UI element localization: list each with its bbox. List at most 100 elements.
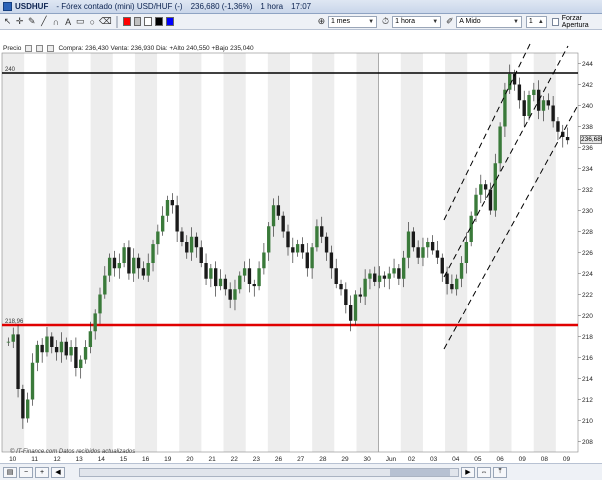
candle-body: [387, 273, 391, 279]
day-band: [2, 53, 25, 452]
y-tick-label: 212: [582, 397, 593, 404]
candle-body: [315, 226, 319, 248]
period-select-value: 1 mes: [330, 18, 351, 25]
color-black-swatch[interactable]: [155, 17, 164, 26]
chevron-down-icon: ▼: [512, 18, 519, 25]
candle-body: [382, 275, 387, 279]
count-select-value: 1: [528, 18, 533, 25]
ruler-icon[interactable]: ▭: [75, 15, 86, 28]
drawing-select-value: A Mido: [459, 18, 481, 25]
price-chart[interactable]: 2082102122142162182202222242262282302322…: [0, 43, 602, 463]
force-open-checkbox[interactable]: [551, 17, 559, 26]
candle-body: [194, 236, 199, 248]
candle-body: [141, 268, 146, 276]
pointer-icon[interactable]: ↖: [2, 15, 13, 28]
candle-body: [440, 257, 444, 274]
candle-body: [74, 347, 78, 368]
x-tick-label: 20: [186, 456, 194, 463]
zoom-in-button-icon[interactable]: +: [35, 466, 49, 478]
close-icon[interactable]: [36, 44, 44, 52]
candle-body: [238, 275, 242, 290]
candle-body: [170, 200, 174, 206]
x-tick-label: 16: [142, 456, 150, 463]
candle-body: [430, 242, 435, 251]
day-band: [90, 53, 113, 452]
zoom-in-icon[interactable]: ⊕: [316, 15, 327, 28]
candle-body: [459, 263, 464, 279]
color-gray-swatch[interactable]: [133, 17, 142, 26]
candle-body: [83, 347, 88, 360]
candle-body: [406, 231, 411, 258]
interval-select[interactable]: 1 hora ▼: [392, 15, 442, 28]
candle-body: [214, 268, 218, 287]
candle-body: [189, 236, 194, 253]
settings-icon[interactable]: [25, 44, 33, 52]
text-icon[interactable]: A: [63, 15, 74, 28]
interval-icon[interactable]: ⏱: [380, 15, 391, 28]
count-select[interactable]: 1 ▲: [525, 15, 547, 28]
candle-body: [242, 268, 247, 276]
candle-body: [209, 268, 213, 279]
drawing-select[interactable]: A Mido ▼: [456, 15, 522, 28]
color-white-swatch[interactable]: [144, 17, 153, 26]
pencil-icon[interactable]: ✎: [26, 15, 37, 28]
day-band: [223, 53, 246, 452]
candle-body: [517, 84, 522, 101]
period-select[interactable]: 1 mes ▼: [327, 15, 378, 28]
app-icon: [3, 2, 12, 11]
candle-body: [117, 263, 121, 269]
chart-type-icon[interactable]: ▤: [3, 466, 17, 478]
y-tick-label: 208: [582, 439, 593, 446]
candle-body: [88, 331, 93, 347]
candle-body: [50, 336, 54, 347]
x-tick-label: 02: [408, 456, 416, 463]
collapse-icon[interactable]: ⤒: [493, 466, 507, 478]
draw-mode-icon[interactable]: ✐: [444, 15, 455, 28]
candle-body: [151, 244, 155, 263]
candle-body: [35, 344, 40, 363]
crosshair-icon[interactable]: ✛: [14, 15, 25, 28]
eraser-icon[interactable]: ⌫: [99, 15, 112, 28]
magnet-icon[interactable]: ∩: [50, 15, 61, 28]
scroll-thumb[interactable]: [390, 468, 450, 476]
zoom-out-icon[interactable]: −: [19, 466, 33, 478]
x-tick-label: 09: [563, 456, 571, 463]
shapes-icon[interactable]: ○: [87, 15, 98, 28]
scroll-right-icon[interactable]: ▶: [461, 466, 475, 478]
y-tick-label: 216: [582, 355, 593, 362]
candle-body: [281, 215, 285, 232]
candle-body: [483, 184, 488, 190]
candle-body: [493, 163, 497, 211]
candle-body: [247, 268, 252, 284]
color-blue-swatch[interactable]: [166, 17, 174, 26]
candle-body: [565, 137, 570, 141]
x-tick-label: 06: [496, 456, 504, 463]
expand-icon[interactable]: [47, 44, 55, 52]
candle-body: [146, 263, 150, 276]
fit-icon[interactable]: ⇔: [477, 466, 491, 478]
candle-body: [185, 242, 189, 253]
x-tick-label: 15: [120, 456, 128, 463]
candle-body: [498, 126, 502, 164]
color-red-swatch[interactable]: [122, 17, 131, 26]
x-tick-label: 26: [275, 456, 283, 463]
candle-body: [474, 194, 478, 216]
candle-body: [6, 341, 11, 343]
candle-body: [54, 347, 59, 353]
toolbar-separator: [115, 15, 118, 28]
candle-body: [257, 268, 261, 287]
scroll-left-icon[interactable]: ◀: [51, 466, 65, 478]
candle-body: [411, 231, 416, 248]
chart-scrollbar[interactable]: [79, 467, 459, 477]
x-tick-label: 04: [452, 456, 460, 463]
line-icon[interactable]: ╱: [38, 15, 49, 28]
candle-body: [479, 184, 483, 195]
candle-body: [199, 247, 203, 263]
x-tick-label: 05: [474, 456, 482, 463]
candle-body: [30, 362, 35, 400]
candle-body: [180, 231, 184, 242]
candle-body: [305, 252, 309, 269]
candle-body: [69, 347, 73, 356]
x-tick-label: Jun: [386, 456, 397, 463]
candle-body: [421, 247, 425, 258]
